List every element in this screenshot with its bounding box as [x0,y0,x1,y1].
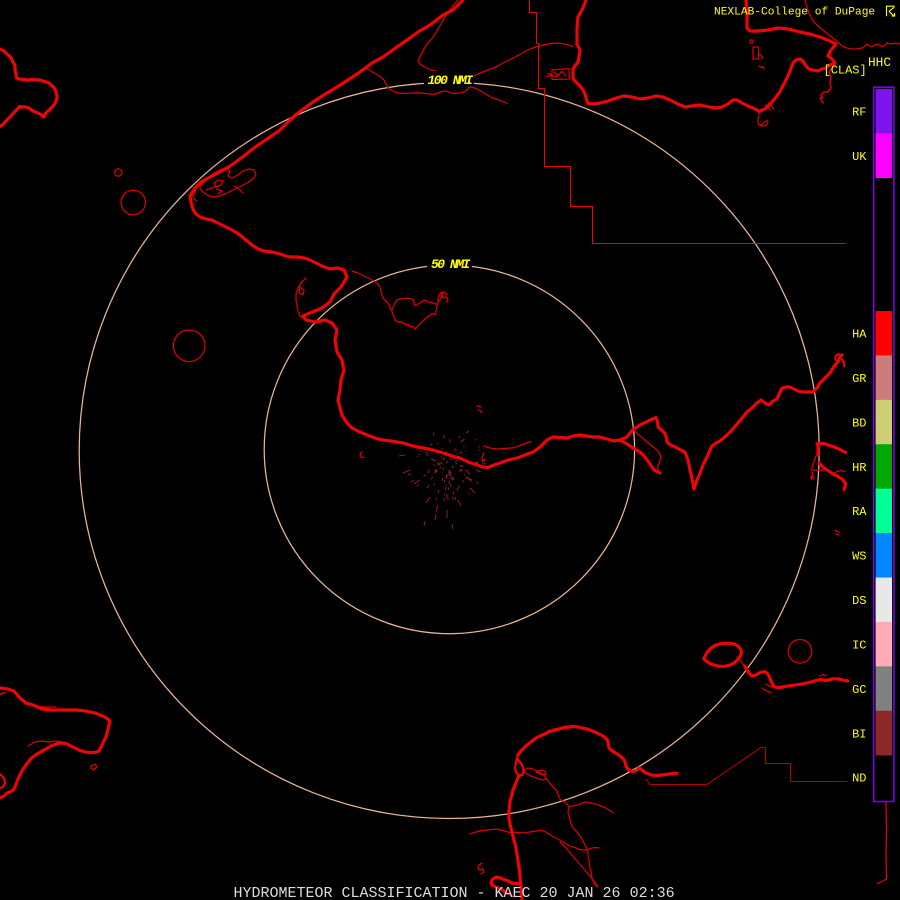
svg-text:HHC: HHC [868,55,891,70]
svg-text:GC: GC [852,683,866,697]
svg-text:DS: DS [852,594,866,608]
svg-text:IC: IC [852,638,866,652]
svg-text:HYDROMETEOR CLASSIFICATION - K: HYDROMETEOR CLASSIFICATION - KAEC 20 JAN… [234,885,675,900]
svg-text:[CLAS]: [CLAS] [824,64,867,78]
svg-text:50 NMI: 50 NMI [431,257,471,272]
svg-text:BD: BD [852,416,866,430]
svg-text:ND: ND [852,772,866,786]
svg-text:UK: UK [852,150,867,164]
svg-text:BI: BI [852,727,866,741]
svg-text:HA: HA [852,328,867,342]
svg-text:RF: RF [852,105,866,119]
svg-text:GR: GR [852,372,866,386]
svg-text:NEXLAB-College of DuPage: NEXLAB-College of DuPage [714,7,875,19]
svg-text:HR: HR [852,461,866,475]
svg-text:RA: RA [852,505,867,519]
svg-text:WS: WS [852,550,866,564]
svg-text:100 NMI: 100 NMI [428,73,474,88]
